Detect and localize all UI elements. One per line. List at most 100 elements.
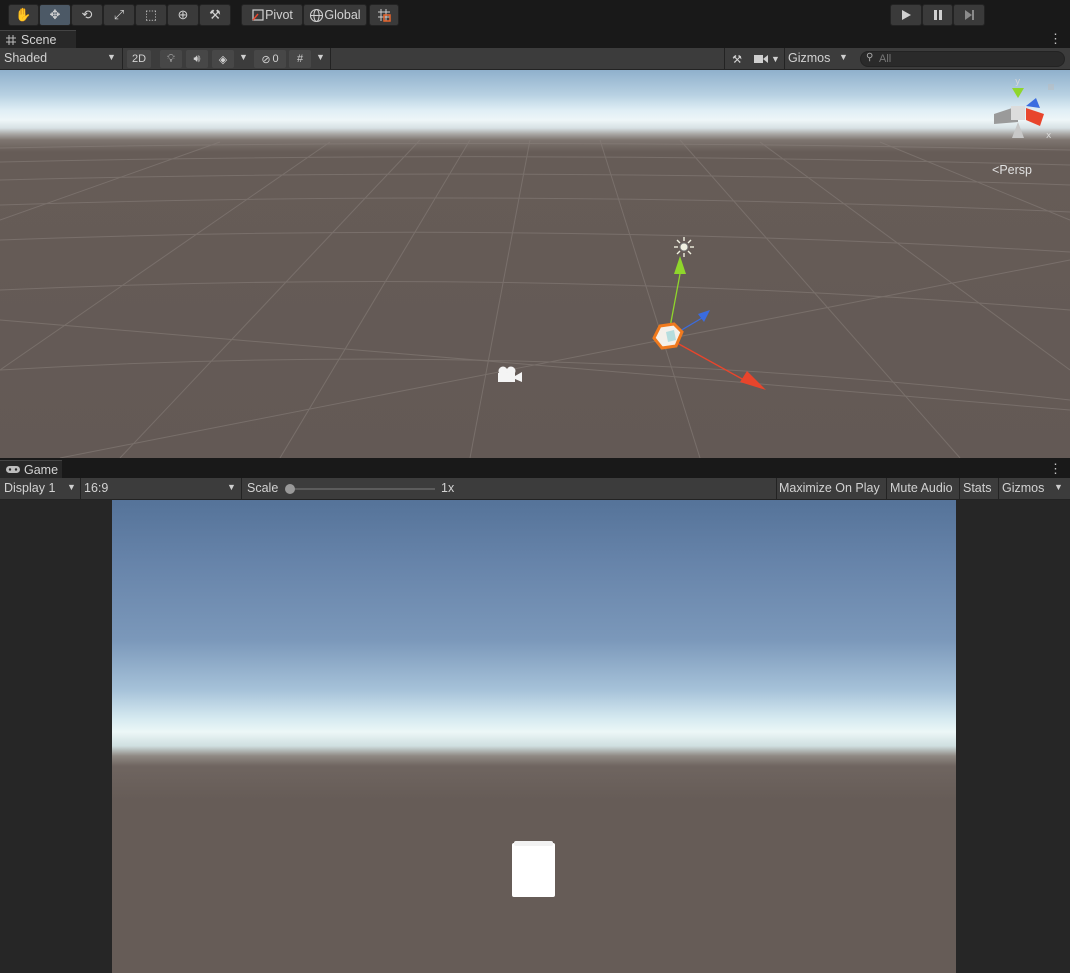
x-axis-handle[interactable] [667,337,745,381]
scale-icon: ⤢ [113,7,125,22]
search-icon: ⚲ [866,52,874,63]
chevron-down-icon: ▼ [227,482,236,492]
game-tab-bar: Game ⋮ [0,460,1070,478]
step-icon [965,10,974,20]
scene-toolbar: Shaded ▼ 2D 💡︎ 🔊︎ ◈ ▼ ⊘ 0 # ▼ ⚒ ▼ Gizmos … [0,48,1070,70]
display-value: Display 1 [4,481,56,495]
aspect-value: 16:9 [84,481,109,495]
game-tab-label: Game [24,462,59,477]
scale-value: 1x [441,481,455,495]
divider [80,478,81,500]
scene-tools-button[interactable]: ⚒ [727,50,747,68]
scene-grid-icon [6,34,16,45]
move-tool-button[interactable]: ✥ [39,4,71,26]
chevron-down-icon: ▼ [1054,482,1063,492]
global-label: Global [324,8,361,22]
scale-slider-track[interactable] [290,488,435,490]
scale-label: Scale [247,481,279,495]
x-axis-label: x [1046,131,1052,141]
lighting-toggle[interactable]: 💡︎ [160,50,182,68]
gamepad-icon [6,466,20,473]
scale-tool-button[interactable]: ⤢ [103,4,135,26]
y-axis-label: y [1015,77,1021,87]
custom-tool-button[interactable]: ⚒ [199,4,231,26]
move-icon: ✥ [49,7,61,22]
z-axis-arrow-icon[interactable] [698,310,710,322]
tools-icon: ⚒ [209,7,221,22]
center-cube[interactable] [1011,106,1025,120]
tab-game[interactable]: Game [0,460,62,478]
transform-tool-button[interactable]: ⊕ [167,4,199,26]
scene-menu-icon[interactable]: ⋮ [1049,32,1062,46]
rotate-tool-button[interactable]: ⟲ [71,4,103,26]
divider [959,478,960,500]
y-axis-arrow-icon[interactable] [674,256,686,274]
hidden-count: 0 [272,53,279,65]
chevron-down-icon: ▼ [107,52,116,62]
tab-scene[interactable]: Scene [0,30,76,48]
y-cone-icon[interactable] [1012,88,1024,98]
scene-search-input[interactable]: ⚲ All [860,51,1065,67]
scene-tab-bar: Scene ⋮ [0,30,1070,48]
game-viewport[interactable] [112,500,956,973]
speaker-icon: 🔊︎ [193,52,201,65]
stats-toggle[interactable]: Stats [963,481,992,495]
globe-icon [310,8,324,22]
scene-tab-label: Scene [21,32,57,47]
divider [776,478,777,500]
transform-icon: ⊕ [177,7,189,22]
divider [724,48,725,70]
grid-snap-button[interactable] [369,4,399,26]
pause-button[interactable] [922,4,953,26]
x-axis-arrow-icon[interactable] [740,371,766,390]
eye-slash-icon: ⊘ [261,53,271,66]
game-toolbar: Display 1 ▼ 16:9 ▼ Scale 1x Maximize On … [0,478,1070,500]
grid-chevron-icon[interactable]: ▼ [316,52,325,62]
rect-tool-button[interactable]: ⬚ [135,4,167,26]
global-toggle[interactable]: Global [303,4,367,26]
mute-audio-toggle[interactable]: Mute Audio [890,481,953,495]
pivot-icon [252,9,264,21]
hidden-objects-toggle[interactable]: ⊘ 0 [254,50,286,68]
hand-tool-button[interactable]: ✋ [8,4,39,26]
lightbulb-icon: 💡︎ [167,52,175,65]
main-toolbar: ✋ ✥ ⟲ ⤢ ⬚ ⊕ ⚒ Pivot Global [0,0,1070,30]
divider [241,478,242,500]
grid-snap-icon [378,9,391,22]
game-cube-top [514,841,553,846]
scale-slider-thumb[interactable] [285,484,295,494]
audio-toggle[interactable]: 🔊︎ [186,50,208,68]
pivot-toggle[interactable]: Pivot [241,4,303,26]
game-menu-icon[interactable]: ⋮ [1049,462,1062,476]
move-gizmo[interactable] [640,250,780,400]
rect-icon: ⬚ [144,7,158,22]
chevron-down-icon: ▼ [771,54,780,64]
projection-toggle[interactable]: <Persp [992,163,1032,177]
x-cone-icon[interactable] [1026,108,1044,126]
mode-2d-label: 2D [131,53,147,65]
orientation-gizmo[interactable]: y x [984,76,1060,148]
scene-gizmos-label: Gizmos [788,51,831,65]
camera-gizmo-icon[interactable] [495,365,523,385]
pivot-label: Pivot [265,8,293,22]
chevron-down-icon: ▼ [67,482,76,492]
mode-2d-toggle[interactable]: 2D [127,50,151,68]
tools-icon: ⚒ [732,53,742,66]
grid-toggle[interactable]: # [289,50,311,68]
neg-y-cone-icon[interactable] [1012,122,1024,138]
lock-icon[interactable] [1048,84,1054,90]
divider [886,478,887,500]
divider [784,48,785,70]
pause-icon [933,10,942,20]
maximize-on-play-toggle[interactable]: Maximize On Play [779,481,880,495]
play-button[interactable] [890,4,922,26]
step-button[interactable] [953,4,985,26]
z-cone-icon[interactable] [1026,98,1040,108]
divider [122,48,123,70]
effects-toggle[interactable]: ◈ [212,50,234,68]
effects-chevron-icon[interactable]: ▼ [239,52,248,62]
projection-label: Persp [999,163,1032,177]
game-cube [512,843,555,897]
scene-viewport[interactable]: y x <Persp [0,70,1070,458]
camera-settings-button[interactable]: ▼ [752,50,782,68]
